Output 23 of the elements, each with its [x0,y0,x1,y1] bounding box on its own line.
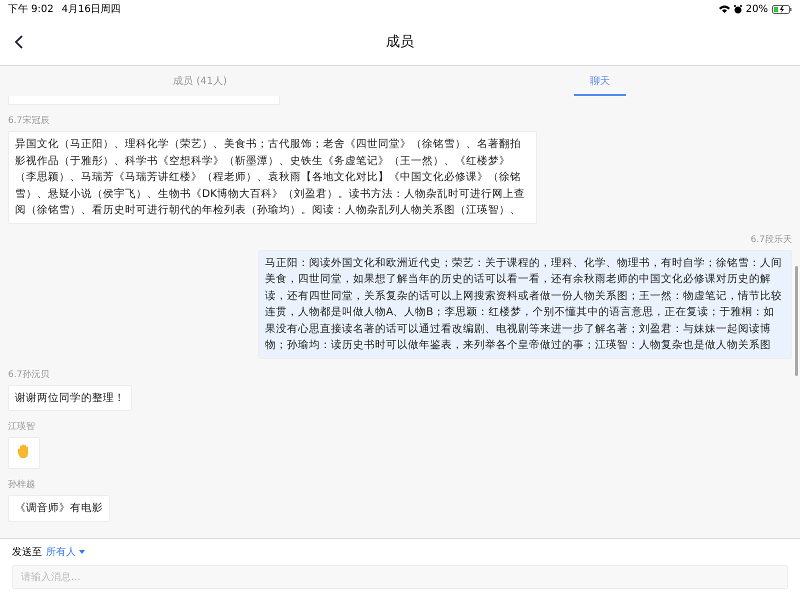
battery-percent: 20% [746,4,768,14]
sender-name: 江瑛智 [8,420,35,433]
caret-icon [79,550,85,554]
wifi-icon [718,5,730,13]
battery-icon [772,4,792,14]
message-bubble: 谢谢两位同学的整理！ [8,384,132,411]
sender-name: 6.7宋冠辰 [8,114,50,127]
sender-name: 6.7孙沅贝 [8,368,50,380]
message-bubble: 《调音师》有电影 [8,495,110,522]
status-time: 下午 9:02 [8,3,54,16]
sender-name: 孙梓越 [8,478,35,491]
sender-name: 6.7段乐天 [750,234,792,246]
tab[interactable]: 聊天 [400,66,800,96]
recipient-dropdown[interactable]: 所有人 [46,545,85,559]
raised-hand-icon [17,443,31,459]
status-date: 4月16日周四 [62,3,121,16]
alarm-icon [734,4,742,14]
message-input[interactable]: 请输入消息... [12,565,788,589]
tab[interactable]: 成员 (41人) [0,66,400,96]
send-to-label: 发送至 [12,546,42,559]
message-bubble: 异国文化（马正阳）、理科化学（荣艺）、美食书；古代服饰；老舍《四世同堂》（徐铭雪）、名著翻拍影视作品（于雅彤）、科学书《空想科学》（靳墨潭）、史铁生《务虚笔记》（王一然）、《红楼梦》（李思颖）、马瑞芳《马瑞芳讲红楼》（程老师）、袁秋雨【各地文化对比】《中国文化必修课》（徐铭雪）、悬疑小说（侯宇飞）、生物书《DK博物大百科》（刘盈君）。读书方法：人物杂乱时可进行网上查阅（徐铭雪）、看历史时可进行朝代的年检列表（孙瑜均）。阅读：人物杂乱列人物关系图（江瑛智）、 [8,131,537,224]
page-title: 成员 [386,32,414,50]
message-bubble: 马正阳：阅读外国文化和欧洲近代史；荣艺：关于课程的，理科、化学、物理书，有时自学；徐铭雪：人间美食，四世同堂，如果想了解当年的历史的话可以看一看，还有余秋雨老师的中国文化必修课对历史的解读，还有四世同堂，关系复杂的话可以上网搜索资料或者做一份人物关系图；王一然：物虚笔记，情节比较连贯，人物都是叫做人物A、人物B；李思颖：红楼梦，个别不懂其中的语言意思，正在复读；于雅桐：如果没有心思直接读名著的话可以通过看改编剧、电视剧等来进一步了解名著；刘盈君：与妹妹一起阅读博物；孙瑜均：读历史书时可以做年鉴表，来列举各个皇帝做过的事；江瑛智：人物复杂也是做人物关系图 [258,250,792,358]
